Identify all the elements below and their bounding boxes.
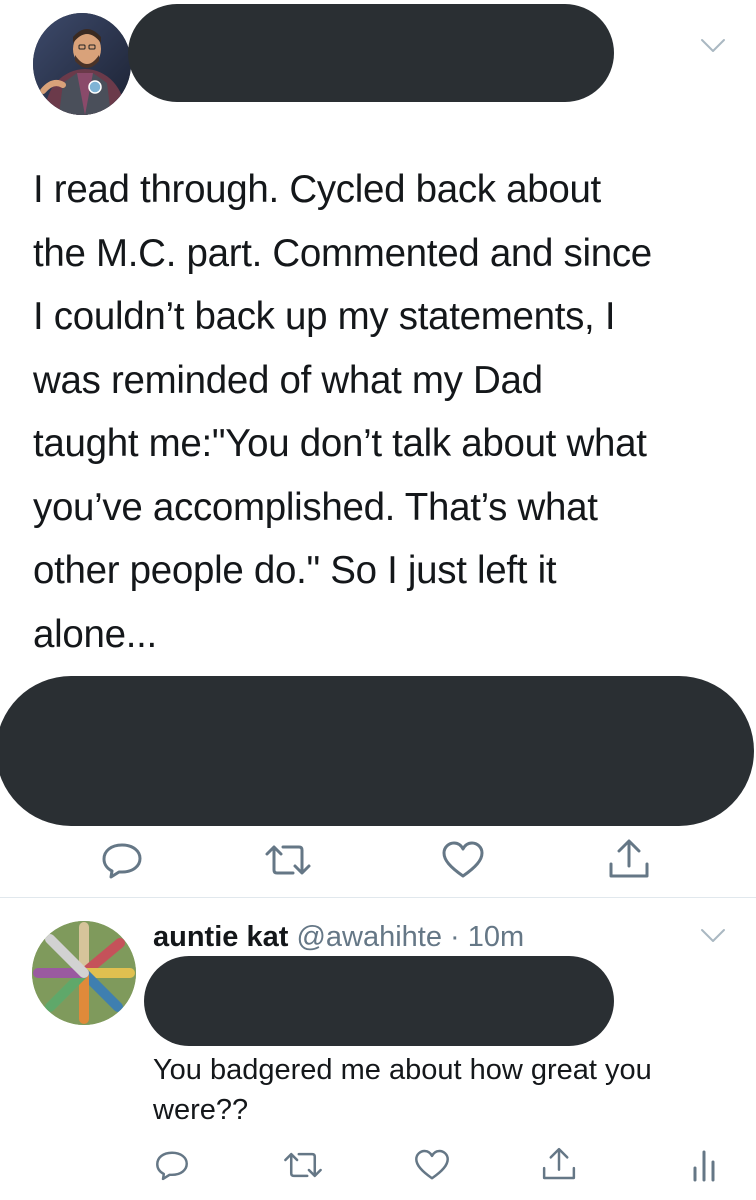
like-icon[interactable] xyxy=(413,1148,451,1182)
redacted-reply-context xyxy=(144,956,614,1046)
tweet-divider xyxy=(0,897,756,898)
author-avatar-image xyxy=(33,13,131,115)
chevron-down-icon[interactable] xyxy=(700,38,726,54)
reply-action-bar xyxy=(0,1140,756,1186)
share-icon[interactable] xyxy=(606,838,652,880)
author-avatar[interactable] xyxy=(33,13,131,115)
main-tweet: I read through. Cycled back about the M.… xyxy=(0,0,756,898)
retweet-icon[interactable] xyxy=(263,840,313,880)
reply-author-avatar[interactable] xyxy=(32,921,136,1025)
reply-display-name[interactable]: auntie kat xyxy=(153,921,288,953)
reply-text: You badgered me about how great you were… xyxy=(153,1054,652,1126)
like-icon[interactable] xyxy=(440,840,486,880)
tweet-action-bar xyxy=(0,834,756,880)
retweet-icon[interactable] xyxy=(282,1148,324,1182)
reply-header: auntie kat @awahihte · 10m xyxy=(153,919,524,955)
redacted-author-name xyxy=(128,4,614,102)
reply-separator: · xyxy=(450,921,460,953)
reply-icon[interactable] xyxy=(100,840,144,880)
reply-author-avatar-image xyxy=(32,921,136,1025)
reply-icon[interactable] xyxy=(154,1148,190,1182)
redacted-quoted-content xyxy=(0,676,754,826)
reply-timestamp[interactable]: 10m xyxy=(468,921,524,953)
tweet-text: I read through. Cycled back about the M.… xyxy=(33,168,652,656)
analytics-icon[interactable] xyxy=(690,1148,718,1182)
chevron-down-icon[interactable] xyxy=(700,928,726,944)
reply-handle[interactable]: @awahihte xyxy=(296,921,442,953)
share-icon[interactable] xyxy=(540,1146,578,1182)
